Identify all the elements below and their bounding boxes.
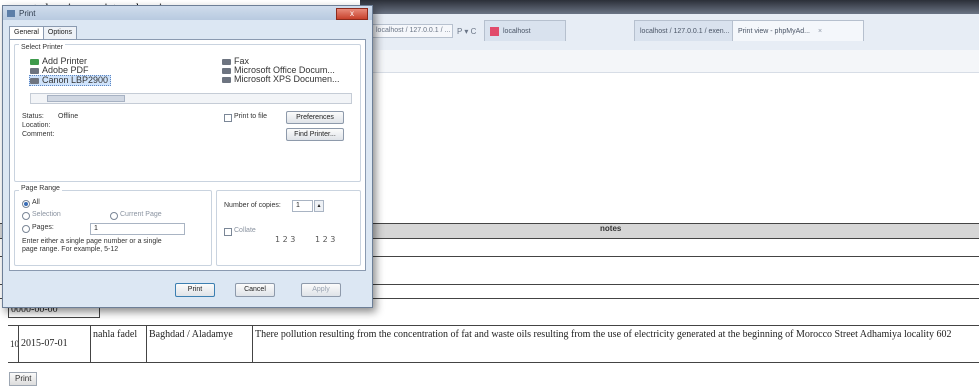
tab-localhost[interactable]: localhost [484, 20, 566, 41]
tab-print-view[interactable]: Print view - phpMyAd... × [732, 20, 864, 41]
range-all-radio[interactable] [22, 200, 30, 208]
apply-button[interactable]: Apply [301, 283, 341, 297]
print-to-file-label: Print to file [234, 113, 268, 120]
printer-icon [30, 67, 39, 74]
browser-command-bar [360, 50, 979, 73]
select-printer-label: Select Printer [19, 44, 66, 51]
find-printer-button[interactable]: Find Printer... [286, 128, 344, 141]
collate-pages-icon: 1 2 3 [275, 235, 296, 244]
printer-icon [7, 9, 15, 17]
printer-label: Adobe PDF [42, 65, 89, 75]
row-date: 2015-07-01 [18, 326, 90, 362]
tab-options[interactable]: Options [42, 26, 78, 39]
printer-label: Canon LBP2900 [42, 75, 109, 85]
range-pages-radio[interactable] [22, 225, 30, 233]
pages-input[interactable]: 1 [90, 223, 185, 235]
address-icons[interactable]: P ▾ C [457, 27, 476, 36]
printer-ms-xps[interactable]: Microsoft XPS Documen... [222, 75, 340, 84]
printer-icon [222, 67, 231, 74]
location-label: Location: [22, 122, 51, 129]
range-selection-radio[interactable] [22, 212, 30, 220]
favicon-icon [490, 26, 499, 36]
cancel-button[interactable]: Cancel [235, 283, 275, 297]
tab-phpmyadmin[interactable]: localhost / 127.0.0.1 / exen... [634, 20, 738, 41]
page-print-button[interactable]: Print [9, 372, 38, 386]
printer-icon [222, 58, 231, 65]
printer-icon [30, 77, 39, 84]
range-pages-label: Pages: [32, 224, 54, 231]
printer-adobe-pdf[interactable]: Adobe PDF [30, 66, 89, 75]
tab-label: Print view - phpMyAd... [738, 27, 810, 35]
printer-icon [222, 76, 231, 83]
preferences-button[interactable]: Preferences [286, 111, 344, 124]
notes-column-header: notes [600, 224, 622, 233]
dialog-title: Print [19, 8, 36, 18]
range-current-label: Current Page [120, 211, 162, 218]
print-button[interactable]: Print [175, 283, 215, 297]
row-id: 10 [10, 339, 19, 349]
printer-canon[interactable]: Canon LBP2900 [29, 75, 111, 86]
close-button[interactable]: x [336, 8, 368, 20]
tab-general[interactable]: General [9, 26, 44, 39]
row-location: Baghdad / Aladamye [146, 326, 252, 362]
printer-label: Microsoft XPS Documen... [234, 74, 340, 84]
collate-label: Collate [234, 227, 256, 234]
dialog-tabs: General Options [9, 26, 78, 39]
range-selection-label: Selection [32, 211, 61, 218]
status-label: Status: [22, 113, 44, 120]
add-printer-icon [30, 58, 39, 65]
print-to-file-checkbox[interactable] [224, 114, 232, 122]
comment-label: Comment: [22, 131, 55, 138]
row-name: nahla fadel [90, 326, 146, 362]
range-hint: Enter either a single page number or a s… [22, 238, 162, 253]
dialog-titlebar[interactable]: Print [3, 6, 372, 20]
address-input[interactable]: localhost / 127.0.0.1 / ... [372, 24, 453, 38]
collate-pages-icon: 1 2 3 [315, 235, 336, 244]
close-icon[interactable]: × [818, 28, 822, 35]
collate-checkbox[interactable] [224, 228, 232, 236]
row-notes: There pollution resulting from the conce… [252, 326, 979, 362]
copies-input[interactable]: 1 [292, 200, 313, 212]
copies-stepper[interactable]: ▴ [314, 200, 324, 212]
page-range-label: Page Range [19, 185, 62, 192]
range-all-label: All [32, 199, 40, 206]
table-row: 10 2015-07-01 nahla fadel Baghdad / Alad… [8, 325, 979, 363]
dialog-body: Select Printer Add Printer Adobe PDF Can… [9, 39, 366, 271]
copies-label: Number of copies: [224, 202, 281, 209]
tab-label: localhost [503, 27, 531, 35]
printer-list-scrollbar[interactable] [30, 93, 352, 104]
desktop-shadow [360, 0, 979, 14]
status-value: Offline [58, 113, 79, 120]
address-bar[interactable]: localhost / 127.0.0.1 / ... P ▾ C [372, 24, 476, 38]
range-current-radio[interactable] [110, 212, 118, 220]
tab-label: localhost / 127.0.0.1 / exen... [640, 27, 730, 35]
print-dialog: Print x General Options Select Printer A… [2, 5, 373, 308]
scrollbar-thumb[interactable] [47, 95, 125, 102]
